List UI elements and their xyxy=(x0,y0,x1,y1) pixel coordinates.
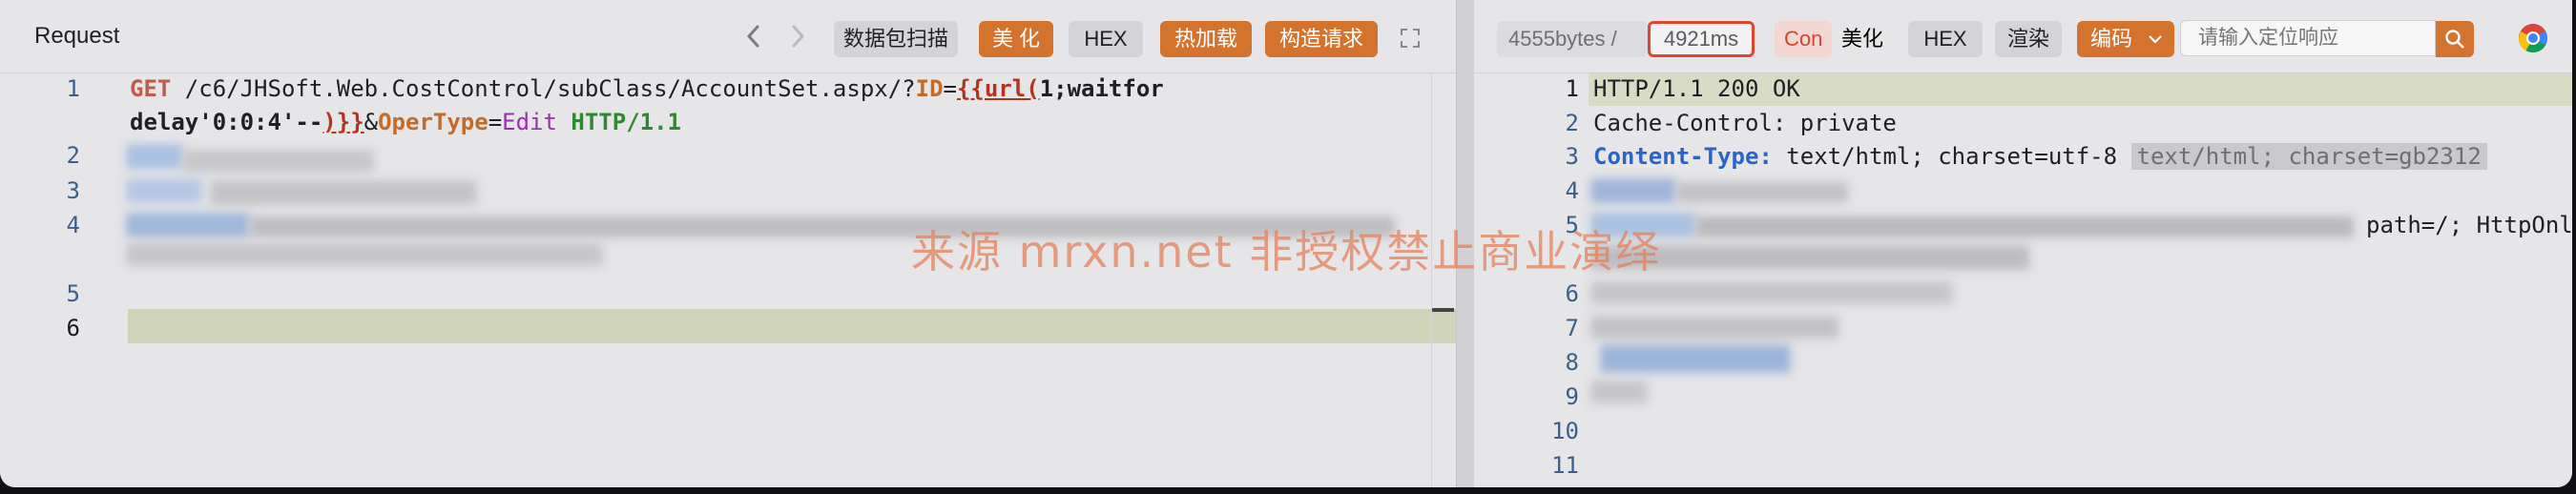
chevron-right-icon[interactable] xyxy=(788,17,807,63)
redacted-text xyxy=(126,243,603,266)
packet-scan-button[interactable]: 数据包扫描 xyxy=(834,21,958,57)
redacted-text xyxy=(1590,316,1839,339)
redacted-text xyxy=(1590,381,1648,403)
request-line-1: GET /c6/JHSoft.Web.CostControl/subClass/… xyxy=(130,75,1178,102)
http-viewer-window: Request 数据包扫描 美 化 HEX 热加载 构造请求 1 2 3 4 5… xyxy=(0,0,2572,487)
watermark: 来源 mrxn.net 非授权禁止商业演绎 xyxy=(911,226,1662,278)
redacted-text xyxy=(126,144,183,169)
line-number: 11 xyxy=(1551,452,1579,479)
line-number: 10 xyxy=(1551,418,1579,444)
redacted-text xyxy=(126,178,202,203)
locate-response-input[interactable] xyxy=(2180,20,2436,56)
search-button[interactable] xyxy=(2436,21,2474,57)
request-toolbar: Request 数据包扫描 美 化 HEX 热加载 构造请求 xyxy=(0,0,1456,73)
request-title: Request xyxy=(34,23,120,49)
redacted-text xyxy=(1590,178,1676,203)
chevron-left-icon[interactable] xyxy=(744,17,763,63)
content-tab[interactable]: Con xyxy=(1775,21,1832,57)
search-icon xyxy=(2445,30,2464,49)
request-editor[interactable]: 1 2 3 4 5 6 GET /c6/JHSoft.Web.CostContr… xyxy=(0,73,1456,487)
redacted-text xyxy=(210,180,477,205)
redacted-text xyxy=(183,150,374,173)
line-number: 2 xyxy=(66,142,80,169)
response-content-type-line: Content-Type: text/html; charset=utf-8 t… xyxy=(1593,143,2487,170)
line-number: 6 xyxy=(66,315,80,341)
response-size: 4555bytes / xyxy=(1497,21,1648,57)
line-number: 4 xyxy=(1565,177,1579,204)
chrome-icon[interactable] xyxy=(2518,23,2548,58)
redacted-text xyxy=(1600,344,1791,373)
current-line-highlight xyxy=(128,309,1456,343)
redacted-text xyxy=(1590,281,1953,304)
expand-icon[interactable] xyxy=(1399,27,1422,54)
request-line-1-wrap: delay'0:0:4'--)}}&OperType=Edit HTTP/1.1 xyxy=(130,109,681,135)
line-number: 3 xyxy=(66,177,80,204)
line-number: 1 xyxy=(1565,75,1579,102)
response-editor[interactable]: 1 2 3 4 5 6 7 8 9 10 11 HTTP/1.1 200 OK … xyxy=(1474,73,2572,487)
line-number: 2 xyxy=(1565,110,1579,136)
beautify-button[interactable]: 美 化 xyxy=(979,21,1053,57)
chevron-down-icon xyxy=(2149,35,2162,44)
line-number: 6 xyxy=(1565,280,1579,307)
redacted-text xyxy=(1695,216,2354,237)
hot-load-button[interactable]: 热加载 xyxy=(1160,21,1252,57)
construct-request-button[interactable]: 构造请求 xyxy=(1265,21,1378,57)
response-beautify-button[interactable]: 美化 xyxy=(1829,21,1896,57)
response-cookie-tail: path=/; HttpOnl xyxy=(2366,212,2572,238)
response-time: 4921ms xyxy=(1648,21,1755,57)
line-number: 5 xyxy=(66,280,80,307)
line-number: 1 xyxy=(66,75,80,102)
encode-dropdown[interactable]: 编码 xyxy=(2077,21,2174,57)
response-header-line: Cache-Control: private xyxy=(1593,110,1897,136)
line-number: 9 xyxy=(1565,383,1579,410)
render-button[interactable]: 渲染 xyxy=(1995,21,2062,57)
line-number: 7 xyxy=(1565,315,1579,341)
hex-button[interactable]: HEX xyxy=(1069,21,1143,57)
editor-gutter-line xyxy=(1431,73,1432,487)
response-status-line: HTTP/1.1 200 OK xyxy=(1593,75,1800,102)
response-toolbar: 4555bytes / 4921ms Con 美化 HEX 渲染 编码 xyxy=(1474,0,2572,73)
line-number: 4 xyxy=(66,212,80,238)
line-number: 3 xyxy=(1565,143,1579,170)
redacted-text xyxy=(126,213,250,237)
line-number: 8 xyxy=(1565,349,1579,376)
response-hex-button[interactable]: HEX xyxy=(1908,21,1983,57)
redacted-text xyxy=(1676,182,1848,203)
caret-marker xyxy=(1431,308,1454,312)
